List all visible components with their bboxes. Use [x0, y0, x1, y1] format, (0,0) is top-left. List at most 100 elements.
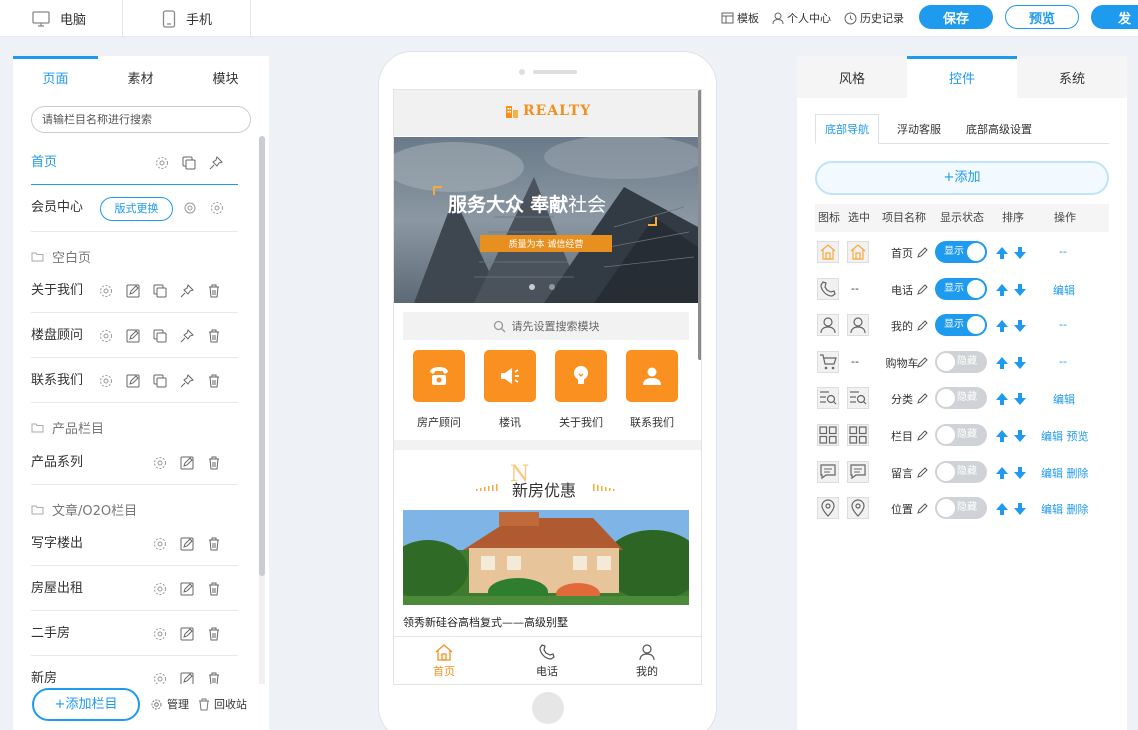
tab-controls[interactable]: 控件	[907, 56, 1017, 98]
row-actions[interactable]: --	[1059, 355, 1067, 368]
subtab-float-service[interactable]: 浮动客服	[883, 114, 955, 144]
tab-pages[interactable]: 页面	[13, 56, 98, 98]
pencil-icon[interactable]	[917, 320, 928, 331]
arrow-down-icon[interactable]	[1013, 429, 1027, 443]
mobile-search-box[interactable]: 请先设置搜索模块	[403, 312, 689, 340]
edit-icon[interactable]	[178, 535, 196, 553]
arrow-down-icon[interactable]	[1013, 466, 1027, 480]
mobile-view-tab[interactable]: 手机	[162, 0, 212, 37]
row-actions[interactable]: 编辑 预览	[1041, 428, 1089, 444]
message-icon[interactable]	[817, 460, 839, 483]
page-item-home[interactable]: 首页	[31, 140, 238, 185]
pencil-icon[interactable]	[917, 430, 928, 441]
page-item-property-advisor[interactable]: 楼盘顾问	[31, 313, 238, 358]
tab-modules[interactable]: 模块	[183, 56, 268, 98]
mobile-nav-phone[interactable]: 电话	[497, 638, 597, 684]
history-link[interactable]: 历史记录	[844, 10, 904, 26]
gear-icon[interactable]	[181, 199, 199, 217]
settings-icon[interactable]	[151, 454, 169, 472]
row-actions[interactable]: 编辑	[1053, 391, 1075, 407]
quick-entry-about[interactable]	[555, 350, 607, 402]
grid-selected-icon[interactable]	[847, 424, 869, 446]
row-actions[interactable]: --	[1059, 318, 1067, 331]
publish-button[interactable]: 发	[1091, 5, 1138, 29]
trash-icon[interactable]	[205, 625, 223, 643]
arrow-down-icon[interactable]	[1013, 392, 1027, 406]
pencil-icon[interactable]	[917, 503, 928, 514]
copy-icon[interactable]	[151, 372, 169, 390]
desktop-view-tab[interactable]: 电脑	[32, 0, 86, 37]
trash-icon[interactable]	[205, 535, 223, 553]
arrow-up-icon[interactable]	[995, 502, 1009, 516]
column-search-input[interactable]: 请输栏目名称进行搜索	[31, 106, 251, 133]
copy-icon[interactable]	[151, 282, 169, 300]
scrollbar-thumb[interactable]	[259, 136, 265, 576]
visibility-toggle[interactable]: 显示	[935, 314, 987, 337]
visibility-toggle[interactable]: 隐藏	[935, 424, 987, 446]
pin-icon[interactable]	[178, 327, 196, 345]
template-link[interactable]: 模板	[721, 10, 759, 26]
quick-entry-contact[interactable]	[626, 350, 678, 402]
phone-scrollbar[interactable]	[698, 90, 701, 360]
row-actions[interactable]: --	[1059, 245, 1067, 258]
row-actions[interactable]: 编辑	[1053, 282, 1075, 298]
user-selected-icon[interactable]	[847, 314, 869, 337]
page-item-about[interactable]: 关于我们	[31, 268, 238, 313]
home-selected-icon[interactable]	[847, 241, 869, 263]
settings-icon[interactable]	[151, 535, 169, 553]
trash-icon[interactable]	[205, 454, 223, 472]
edit-icon[interactable]	[124, 282, 142, 300]
quick-entry-advisor[interactable]	[413, 350, 465, 402]
add-column-button[interactable]: +添加栏目	[32, 688, 140, 721]
arrow-up-icon[interactable]	[995, 466, 1009, 480]
edit-icon[interactable]	[178, 580, 196, 598]
arrow-down-icon[interactable]	[1013, 502, 1027, 516]
pin-icon[interactable]	[207, 154, 225, 172]
manage-link[interactable]: 管理	[150, 696, 189, 712]
settings-icon[interactable]	[208, 199, 226, 217]
user-icon[interactable]	[817, 314, 839, 337]
arrow-down-icon[interactable]	[1013, 283, 1027, 297]
preview-button[interactable]: 预览	[1005, 5, 1079, 29]
location-icon[interactable]	[817, 497, 839, 520]
pencil-icon[interactable]	[917, 466, 928, 478]
subtab-bottom-nav[interactable]: 底部导航	[815, 114, 879, 144]
visibility-toggle[interactable]: 显示	[935, 277, 987, 300]
trash-icon[interactable]	[205, 372, 223, 390]
arrow-up-icon[interactable]	[995, 429, 1009, 443]
arrow-down-icon[interactable]	[1013, 246, 1027, 260]
mobile-nav-home[interactable]: 首页	[394, 638, 494, 684]
page-item-rent[interactable]: 房屋出租	[31, 566, 238, 611]
trash-icon[interactable]	[205, 580, 223, 598]
settings-icon[interactable]	[153, 154, 171, 172]
pencil-icon[interactable]	[917, 247, 928, 258]
arrow-down-icon[interactable]	[1013, 356, 1027, 370]
tab-materials[interactable]: 素材	[98, 56, 183, 98]
settings-icon[interactable]	[97, 372, 115, 390]
arrow-up-icon[interactable]	[995, 283, 1009, 297]
location-selected-icon[interactable]	[847, 497, 869, 520]
settings-icon[interactable]	[97, 282, 115, 300]
visibility-toggle[interactable]: 隐藏	[935, 387, 987, 410]
page-item-office[interactable]: 写字楼出	[31, 521, 238, 566]
tab-style[interactable]: 风格	[797, 56, 907, 98]
visibility-toggle[interactable]: 隐藏	[935, 497, 987, 520]
message-selected-icon[interactable]	[847, 460, 869, 483]
edit-icon[interactable]	[124, 372, 142, 390]
edit-icon[interactable]	[124, 327, 142, 345]
settings-icon[interactable]	[151, 580, 169, 598]
trash-icon[interactable]	[205, 282, 223, 300]
settings-icon[interactable]	[97, 327, 115, 345]
page-item-member-center[interactable]: 会员中心 版式更换	[31, 185, 238, 232]
cart-icon[interactable]	[817, 350, 839, 373]
edit-icon[interactable]	[178, 625, 196, 643]
category-selected-icon[interactable]	[847, 387, 869, 410]
row-actions[interactable]: 编辑 删除	[1041, 501, 1089, 517]
phone-icon[interactable]	[817, 277, 839, 300]
quick-entry-news[interactable]	[484, 350, 536, 402]
pin-icon[interactable]	[178, 372, 196, 390]
house-photo[interactable]	[403, 510, 689, 605]
mobile-nav-mine[interactable]: 我的	[597, 638, 697, 684]
edit-icon[interactable]	[178, 454, 196, 472]
pencil-icon[interactable]	[917, 357, 928, 368]
